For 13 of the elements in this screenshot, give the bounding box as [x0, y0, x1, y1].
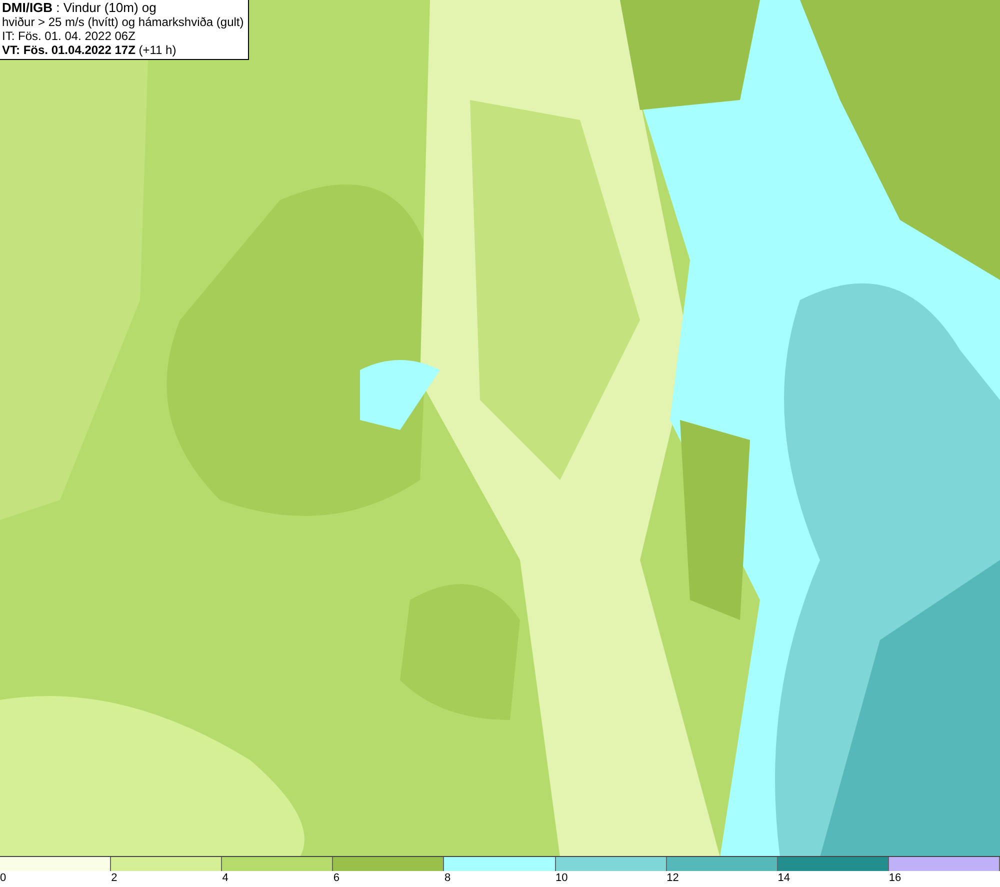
legend-label: 16 — [888, 871, 902, 886]
legend-label: 10 — [556, 871, 568, 886]
legend-label: 8 — [444, 871, 451, 886]
legend-label: 2 — [111, 871, 118, 886]
legend-label: 14 — [778, 871, 790, 886]
legend-label: 6 — [333, 871, 340, 886]
caption-line: hviður > 25 m/s (hvítt) og hámarkshviða (gult) — [2, 15, 244, 29]
caption-line: IT: Fös. 01. 04. 2022 06Z — [2, 29, 136, 43]
legend-label: 4 — [222, 871, 228, 886]
caption-line: VT: Fös. 01.04.2022 17Z (+11 h) — [2, 43, 178, 57]
legend-label: 0 — [0, 871, 6, 886]
legend-label: 12 — [666, 871, 679, 886]
caption-line: DMI/IGB : Vindur (10m) og — [2, 1, 158, 15]
